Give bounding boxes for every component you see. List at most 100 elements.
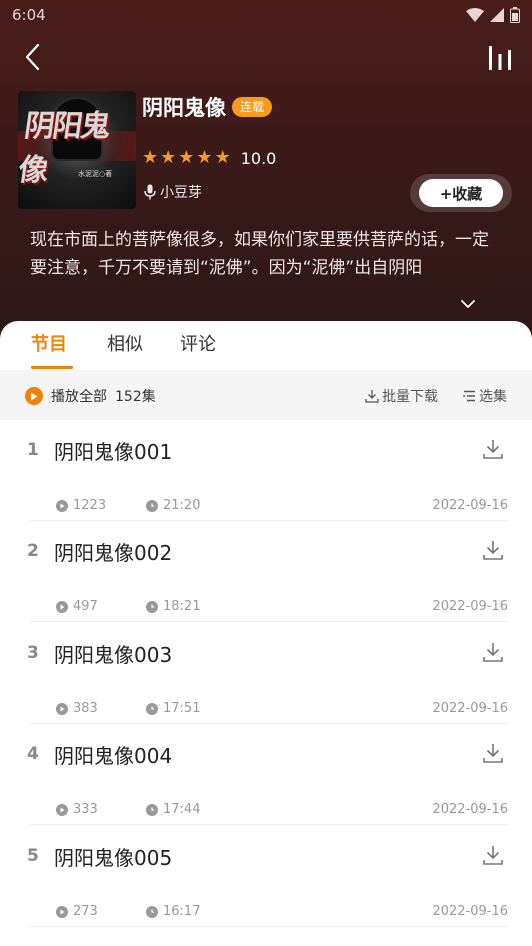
select-episodes-label: 选集: [479, 389, 507, 405]
status-icons: [466, 7, 520, 23]
status-time: 6:04: [12, 6, 46, 24]
clock-icon: [146, 803, 158, 816]
expand-description-button[interactable]: [456, 294, 480, 314]
status-bar: 6:04: [0, 0, 532, 30]
star-icon: ★: [196, 147, 213, 168]
episode-title: 阴阳鬼像001: [54, 440, 173, 464]
batch-download-label: 批量下载: [382, 389, 438, 405]
episode-meta: 497 18:21 2022-09-16: [56, 599, 508, 615]
download-icon: [365, 390, 379, 403]
tab-comments[interactable]: 评论: [180, 331, 216, 359]
wifi-icon: [466, 8, 484, 22]
play-count-icon: [56, 499, 68, 512]
clock-icon: [146, 905, 158, 918]
duration: 16:17: [146, 904, 200, 919]
signal-icon: [490, 8, 504, 22]
now-playing-button[interactable]: [484, 38, 516, 76]
tab-episodes[interactable]: 节目: [31, 331, 67, 359]
play-count: 273: [56, 904, 98, 919]
book-title: 阴阳鬼像: [142, 96, 226, 120]
rating-row: ★ ★ ★ ★ ★ 10.0: [142, 148, 276, 168]
author-row[interactable]: 小豆芽: [144, 182, 202, 202]
episode-date: 2022-09-16: [432, 599, 508, 614]
tab-bar: 节目 相似 评论: [0, 331, 532, 371]
episode-date: 2022-09-16: [432, 802, 508, 817]
play-all-button[interactable]: 播放全部 152集: [25, 386, 156, 406]
download-icon[interactable]: [482, 438, 504, 460]
duration: 18:21: [146, 599, 200, 614]
tab-indicator: [31, 366, 73, 369]
episode-meta: 273 16:17 2022-09-16: [56, 904, 508, 920]
episode-meta: 333 17:44 2022-09-16: [56, 802, 508, 818]
download-icon[interactable]: [482, 641, 504, 663]
download-icon[interactable]: [482, 742, 504, 764]
episode-title: 阴阳鬼像005: [54, 846, 173, 870]
episode-row[interactable]: 2 阴阳鬼像002 497 18:21 2022-09-16: [0, 521, 532, 622]
title-row: 阴阳鬼像 连载: [142, 92, 273, 122]
episode-row[interactable]: 3 阴阳鬼像003 383 17:51 2022-09-16: [0, 623, 532, 724]
duration: 17:51: [146, 701, 200, 716]
star-icon: ★: [178, 147, 195, 168]
batch-download-button[interactable]: 批量下载: [365, 386, 438, 406]
play-count: 1223: [56, 498, 106, 513]
episode-title: 阴阳鬼像003: [54, 643, 173, 667]
episode-date: 2022-09-16: [432, 904, 508, 919]
content-sheet: 节目 相似 评论 播放全部 152集 批量下载 选集 1 阴阳鬼像001 122…: [0, 321, 532, 946]
episode-row[interactable]: 4 阴阳鬼像004 333 17:44 2022-09-16: [0, 724, 532, 825]
episode-number: 1: [27, 440, 39, 460]
select-episodes-button[interactable]: 选集: [463, 386, 507, 406]
book-description: 现在市面上的菩萨像很多，如果你们家里要供菩萨的话，一定要注意，千万不要请到“泥佛…: [30, 230, 489, 278]
play-count-icon: [56, 600, 68, 613]
star-icon: ★: [214, 147, 231, 168]
duration: 17:44: [146, 802, 200, 817]
back-button[interactable]: [16, 38, 48, 76]
download-icon[interactable]: [482, 844, 504, 866]
play-all-label: 播放全部: [51, 389, 107, 405]
battery-icon: [510, 7, 520, 23]
cover-title: 阴阳鬼像: [18, 109, 112, 188]
play-count: 497: [56, 599, 98, 614]
collect-button-label: +收藏: [419, 179, 503, 207]
clock-icon: [146, 600, 158, 613]
play-count-icon: [56, 803, 68, 816]
nav-bar: [0, 38, 532, 78]
author-name: 小豆芽: [160, 185, 202, 201]
rating-value: 10.0: [240, 148, 277, 168]
clock-icon: [146, 499, 158, 512]
equalizer-icon: [489, 46, 511, 70]
episode-number: 5: [27, 846, 39, 866]
divider: [30, 621, 508, 622]
play-count: 333: [56, 802, 98, 817]
episode-title: 阴阳鬼像004: [54, 744, 173, 768]
play-count: 383: [56, 701, 98, 716]
download-icon[interactable]: [482, 539, 504, 561]
status-badge: 连载: [232, 97, 273, 117]
episode-meta: 383 17:51 2022-09-16: [56, 701, 508, 717]
tab-similar[interactable]: 相似: [107, 331, 143, 359]
divider: [30, 926, 508, 927]
play-count-icon: [56, 702, 68, 715]
episode-meta: 1223 21:20 2022-09-16: [56, 498, 508, 514]
episode-date: 2022-09-16: [432, 701, 508, 716]
divider: [30, 824, 508, 825]
play-count-icon: [56, 905, 68, 918]
clock-icon: [146, 702, 158, 715]
episode-date: 2022-09-16: [432, 498, 508, 513]
play-icon: [25, 387, 43, 405]
duration: 21:20: [146, 498, 200, 513]
list-icon: [463, 390, 475, 402]
star-icon: ★: [160, 147, 177, 168]
book-cover[interactable]: 水泥泥○著 阴阳鬼像: [18, 91, 136, 209]
episode-row[interactable]: 1 阴阳鬼像001 1223 21:20 2022-09-16: [0, 420, 532, 521]
chevron-down-icon: [461, 299, 475, 308]
episode-number: 4: [27, 744, 39, 764]
microphone-icon: [144, 184, 156, 200]
episode-count: 152集: [115, 389, 156, 405]
episode-title: 阴阳鬼像002: [54, 541, 173, 565]
back-arrow-icon: [25, 43, 40, 71]
star-icon: ★: [142, 147, 159, 168]
episode-row[interactable]: 5 阴阳鬼像005 273 16:17 2022-09-16: [0, 826, 532, 927]
episode-number: 2: [27, 541, 39, 561]
episode-toolbar: 播放全部 152集 批量下载 选集: [0, 370, 532, 420]
collect-button[interactable]: +收藏: [410, 174, 512, 212]
